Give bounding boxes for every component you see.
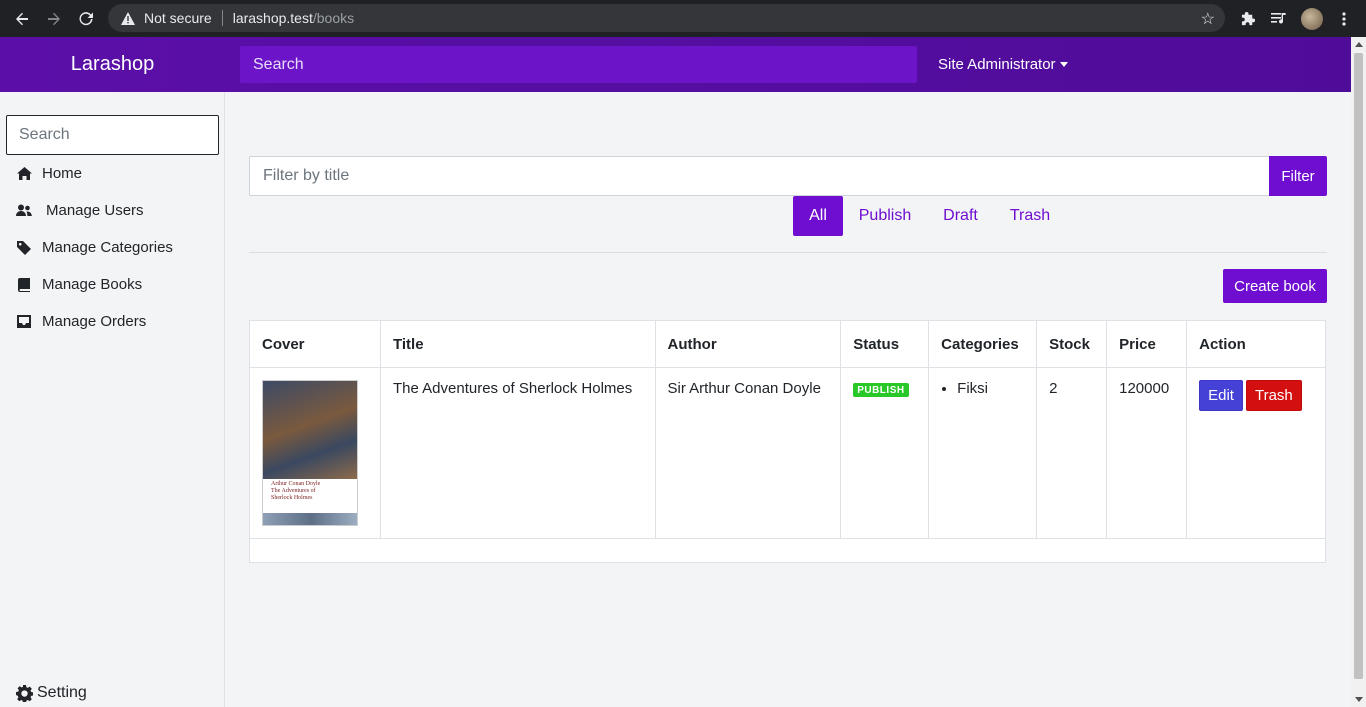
sidebar-item-label: Manage Orders	[42, 313, 147, 330]
header-search-input[interactable]: Search	[240, 46, 917, 83]
tag-icon	[16, 240, 32, 256]
browser-toolbar: Not secure larashop.test/books ☆	[0, 0, 1366, 37]
edit-button[interactable]: Edit	[1199, 380, 1243, 411]
categories-cell: Fiksi	[928, 367, 1038, 539]
column-header: Action	[1186, 320, 1326, 368]
cover-strip	[263, 513, 357, 525]
column-header: Status	[840, 320, 930, 368]
scroll-up-arrow[interactable]	[1355, 42, 1363, 47]
extensions-icon[interactable]	[1235, 0, 1261, 37]
cover-text: Arthur Conan Doyle The Adventures of She…	[271, 481, 321, 501]
setting-label: Setting	[37, 684, 87, 701]
inbox-icon	[16, 314, 32, 330]
category-item: Fiksi	[957, 380, 1024, 397]
scrollbar-thumb[interactable]	[1354, 53, 1363, 679]
book-cover-image: Arthur Conan Doyle The Adventures of She…	[262, 380, 358, 526]
brand-logo[interactable]: Larashop	[0, 53, 225, 76]
tab-draft[interactable]: Draft	[933, 196, 988, 236]
book-icon	[16, 277, 32, 293]
sidebar-item-label: Manage Users	[46, 202, 144, 219]
caret-down-icon	[1059, 62, 1068, 67]
column-header: Author	[654, 320, 842, 368]
users-icon	[16, 203, 32, 219]
cover-cell: Arthur Conan Doyle The Adventures of She…	[249, 367, 381, 539]
forward-icon[interactable]	[38, 0, 70, 37]
reload-icon[interactable]	[70, 0, 102, 37]
gear-icon	[16, 684, 34, 703]
warning-icon	[120, 10, 136, 26]
sidebar: Search Home Manage Users Manage Categori…	[0, 92, 225, 707]
action-cell: Edit Trash	[1186, 367, 1326, 539]
tab-publish[interactable]: Publish	[849, 196, 921, 236]
tab-trash[interactable]: Trash	[1000, 196, 1060, 236]
sidebar-item-orders[interactable]: Manage Orders	[16, 313, 146, 330]
filter-button[interactable]: Filter	[1269, 156, 1327, 196]
user-menu-label: Site Administrator	[938, 56, 1056, 73]
column-header: Price	[1106, 320, 1188, 368]
stock-cell: 2	[1036, 367, 1108, 539]
column-header: Stock	[1036, 320, 1108, 368]
sidebar-item-label: Manage Categories	[42, 239, 173, 256]
books-table: Cover Title Author Status Categories Sto…	[249, 320, 1326, 563]
sidebar-item-users[interactable]: Manage Users	[16, 202, 144, 219]
filter-title-input[interactable]: Filter by title	[249, 156, 1270, 196]
cover-illustration	[263, 381, 357, 479]
more-menu-icon[interactable]	[1331, 0, 1357, 37]
sidebar-search-input[interactable]: Search	[6, 115, 219, 155]
column-header: Title	[379, 320, 656, 368]
scroll-down-arrow[interactable]	[1355, 697, 1363, 702]
sidebar-item-label: Manage Books	[42, 276, 143, 293]
sidebar-setting[interactable]: Setting	[16, 684, 87, 703]
tab-all[interactable]: All	[793, 196, 843, 236]
column-header: Cover	[249, 320, 381, 368]
sidebar-item-home[interactable]: Home	[16, 165, 82, 182]
divider	[249, 252, 1327, 253]
status-badge: PUBLISH	[853, 383, 909, 397]
column-header: Categories	[928, 320, 1038, 368]
user-menu-dropdown[interactable]: Site Administrator	[938, 37, 1068, 92]
status-cell: PUBLISH	[840, 367, 930, 539]
table-row: Arthur Conan Doyle The Adventures of She…	[249, 367, 1326, 539]
sidebar-item-books[interactable]: Manage Books	[16, 276, 142, 293]
url-path: /books	[312, 10, 355, 26]
sidebar-item-label: Home	[42, 165, 83, 182]
app-header: Larashop Search Site Administrator	[0, 37, 1351, 92]
address-bar[interactable]: Not secure larashop.test/books ☆	[108, 4, 1225, 32]
sidebar-item-categories[interactable]: Manage Categories	[16, 239, 173, 256]
price-cell: 120000	[1106, 367, 1188, 539]
bookmark-star-icon[interactable]: ☆	[1201, 9, 1215, 29]
url-host: larashop.test	[232, 10, 313, 26]
page-scrollbar[interactable]	[1351, 37, 1366, 707]
media-queue-icon[interactable]	[1266, 0, 1292, 37]
category-list: Fiksi	[941, 380, 1024, 397]
home-icon	[16, 166, 32, 182]
title-cell: The Adventures of Sherlock Holmes	[379, 367, 656, 539]
back-icon[interactable]	[6, 0, 38, 37]
table-header-row: Cover Title Author Status Categories Sto…	[249, 320, 1326, 368]
create-book-button[interactable]: Create book	[1223, 269, 1327, 303]
trash-button[interactable]: Trash	[1245, 380, 1302, 411]
profile-avatar[interactable]	[1299, 0, 1325, 37]
author-cell: Sir Arthur Conan Doyle	[654, 367, 842, 539]
security-label: Not secure	[144, 10, 212, 26]
omnibox-divider	[221, 10, 223, 26]
